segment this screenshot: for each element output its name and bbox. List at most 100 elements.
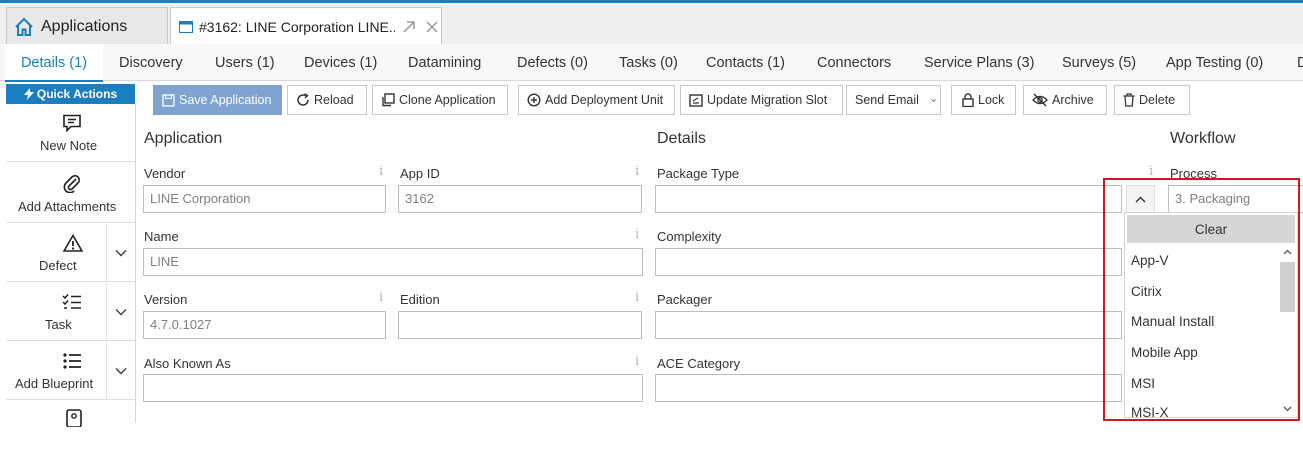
tab-surveys[interactable]: Surveys (5) [1062, 44, 1136, 80]
add-blueprint-button[interactable]: Add Blueprint [6, 342, 135, 400]
calendar-edit-icon [689, 94, 703, 107]
lightning-icon [23, 88, 34, 100]
lock-button[interactable]: Lock [951, 85, 1016, 115]
window-tab-applications[interactable]: Applications [6, 7, 168, 45]
name-info-icon[interactable]: i [635, 227, 639, 242]
tab-service-plans[interactable]: Service Plans (3) [924, 44, 1034, 80]
note-icon [63, 114, 81, 132]
more-action-button[interactable] [6, 401, 135, 459]
quick-actions-header: Quick Actions [6, 84, 135, 104]
complexity-label: Complexity [657, 229, 722, 244]
task-button[interactable]: Task [6, 283, 135, 341]
tab-app-testing[interactable]: App Testing (0) [1166, 44, 1263, 80]
add-deployment-unit-button[interactable]: Add Deployment Unit [518, 85, 675, 115]
edition-field[interactable] [398, 311, 642, 339]
package-type-field[interactable] [655, 185, 1122, 213]
chevron-down-icon [115, 249, 127, 257]
clone-icon [382, 93, 395, 107]
chevron-down-icon [115, 308, 127, 316]
delete-button[interactable]: Delete [1114, 85, 1190, 115]
package-type-info-icon[interactable]: i [1149, 164, 1153, 179]
edition-info-icon[interactable]: i [635, 290, 639, 305]
also-known-as-field[interactable] [143, 374, 643, 402]
task-label: Task [45, 317, 72, 332]
clone-application-button[interactable]: Clone Application [372, 85, 508, 115]
save-application-button[interactable]: Save Application [153, 85, 282, 115]
tab-defects[interactable]: Defects (0) [517, 44, 588, 80]
lock-label: Lock [978, 93, 1005, 107]
defect-button[interactable]: Defect [6, 224, 135, 282]
save-application-label: Save Application [179, 93, 272, 107]
packager-label: Packager [657, 292, 712, 307]
package-type-label: Package Type [657, 166, 740, 181]
version-field[interactable]: 4.7.0.1027 [143, 311, 386, 339]
tab-discovery[interactable]: Discovery [119, 44, 183, 80]
tab-details[interactable]: Details (1) [5, 44, 103, 82]
window-tab-label: Applications [41, 17, 128, 35]
archive-label: Archive [1052, 93, 1094, 107]
add-deployment-unit-label: Add Deployment Unit [545, 93, 664, 107]
window-tab-strip: Applications #3162: LINE Corporation LIN… [0, 0, 1303, 45]
reload-label: Reload [314, 93, 354, 107]
app-id-field[interactable]: 3162 [398, 185, 642, 213]
trash-icon [1123, 93, 1135, 107]
checklist-icon [62, 294, 81, 309]
version-info-icon[interactable]: i [379, 290, 383, 305]
update-migration-slot-button[interactable]: Update Migration Slot [680, 85, 843, 115]
window-tab-label: #3162: LINE Corporation LINE... [199, 18, 395, 35]
quick-actions-title: Quick Actions [36, 87, 118, 101]
vendor-info-icon[interactable]: i [379, 164, 383, 179]
chevron-down-icon [931, 98, 936, 102]
pop-out-icon[interactable] [401, 19, 417, 35]
main-tab-bar: Details (1) Discovery Users (1) Devices … [0, 44, 1303, 82]
contact-card-icon [66, 409, 82, 427]
reload-icon [297, 93, 309, 106]
window-icon [179, 20, 193, 33]
add-attachments-button[interactable]: Add Attachments [6, 165, 135, 223]
packager-field[interactable] [655, 311, 1122, 339]
also-known-as-info-icon[interactable]: i [635, 354, 639, 369]
window-tab-application-3162[interactable]: #3162: LINE Corporation LINE... [170, 7, 442, 45]
defect-expand-button[interactable] [106, 224, 135, 282]
new-note-label: New Note [40, 138, 98, 153]
send-email-dropdown[interactable]: Send Email [846, 85, 941, 115]
vendor-label: Vendor [144, 166, 186, 181]
complexity-field[interactable] [655, 248, 1122, 276]
ace-category-label: ACE Category [657, 356, 741, 371]
archive-button[interactable]: Archive [1023, 85, 1107, 115]
tab-datamining[interactable]: Datamining [408, 44, 481, 80]
task-expand-button[interactable] [106, 283, 135, 341]
tab-users[interactable]: Users (1) [215, 44, 275, 80]
update-migration-slot-label: Update Migration Slot [707, 93, 828, 107]
ace-category-field[interactable] [655, 374, 1122, 402]
tab-devices[interactable]: Devices (1) [304, 44, 377, 80]
warning-icon [63, 234, 83, 252]
defect-label: Defect [39, 258, 77, 273]
delete-label: Delete [1139, 93, 1176, 107]
tab-tasks[interactable]: Tasks (0) [619, 44, 678, 80]
list-icon [63, 353, 81, 369]
section-application-title: Application [144, 130, 223, 147]
add-blueprint-label: Add Blueprint [15, 376, 94, 391]
close-icon[interactable] [425, 20, 439, 34]
name-label: Name [144, 229, 179, 244]
section-workflow-title: Workflow [1170, 130, 1236, 147]
send-email-label: Send Email [855, 93, 919, 107]
section-details-title: Details [657, 130, 706, 147]
new-note-button[interactable]: New Note [6, 104, 135, 162]
eye-slash-icon [1032, 93, 1048, 107]
version-label: Version [144, 292, 188, 307]
tab-connectors[interactable]: Connectors [817, 44, 891, 80]
vendor-field[interactable]: LINE Corporation [143, 185, 386, 213]
app-id-info-icon[interactable]: i [635, 164, 639, 179]
paperclip-icon [63, 175, 81, 193]
clone-application-label: Clone Application [399, 93, 496, 107]
add-attachments-label: Add Attachments [18, 199, 117, 214]
home-icon [15, 17, 33, 36]
blueprint-expand-button[interactable] [106, 342, 135, 400]
reload-button[interactable]: Reload [287, 85, 367, 115]
tab-overflow[interactable]: D [1297, 44, 1303, 80]
tab-contacts[interactable]: Contacts (1) [706, 44, 785, 80]
app-id-label: App ID [400, 166, 440, 181]
name-field[interactable]: LINE [143, 248, 643, 276]
